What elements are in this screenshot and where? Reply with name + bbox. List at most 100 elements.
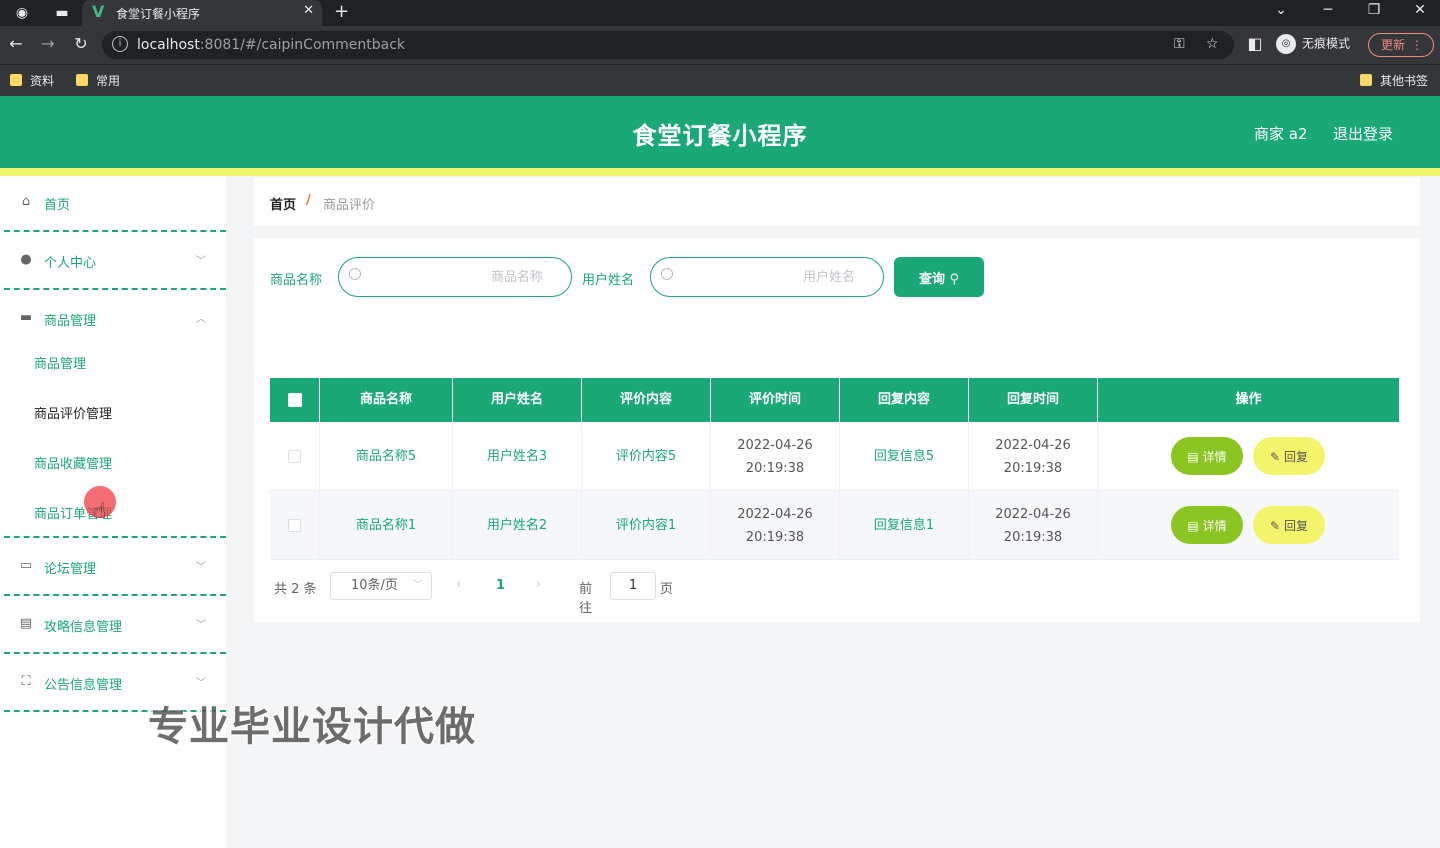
pagination-total: 共 2 条 bbox=[274, 582, 317, 597]
user-name-field[interactable] bbox=[650, 257, 884, 297]
browser-toolbar: ← → ↻ i localhost:8081/#/caipinCommentba… bbox=[0, 26, 1440, 64]
content-panel: 商品名称 用户姓名 查询 ⚲ 商品名称 用户姓名 评价内容 评价时间 回复内容 … bbox=[254, 238, 1420, 622]
row-select-cell bbox=[270, 422, 320, 491]
app-header: 食堂订餐小程序 商家 a2 退出登录 bbox=[0, 96, 1440, 168]
key-icon[interactable]: ⚿ bbox=[1174, 36, 1185, 52]
cell-user-name: 用户姓名3 bbox=[453, 422, 582, 491]
breadcrumb-current: 商品评价 bbox=[323, 198, 376, 213]
chevron-down-icon: ﹀ bbox=[196, 256, 206, 267]
page-size-select[interactable]: 10条/页 ﹀ bbox=[330, 572, 432, 600]
tab-close-icon[interactable]: ✕ bbox=[303, 3, 314, 18]
home-icon: ⌂ bbox=[21, 194, 31, 209]
cell-product-name: 商品名称5 bbox=[320, 422, 453, 491]
reply-button[interactable]: ✎ 回复 bbox=[1253, 506, 1325, 544]
column-header: 用户姓名 bbox=[453, 378, 582, 422]
vue-logo-icon: V bbox=[92, 2, 105, 21]
search-icon bbox=[349, 268, 361, 280]
sidebar-item-forum-management[interactable]: ▭ 论坛管理 ﹀ bbox=[4, 540, 226, 596]
breadcrumb: 首页 / 商品评价 bbox=[254, 178, 1420, 226]
column-header: 回复内容 bbox=[840, 378, 969, 422]
sidebar-item-label: 论坛管理 bbox=[44, 562, 97, 577]
incognito-icon: ◎ bbox=[1276, 34, 1296, 54]
row-checkbox[interactable] bbox=[288, 450, 301, 463]
chevron-down-icon: ﹀ bbox=[196, 678, 206, 689]
new-tab-icon[interactable]: + bbox=[334, 1, 349, 22]
forward-icon[interactable]: → bbox=[37, 34, 59, 53]
back-icon[interactable]: ← bbox=[5, 34, 27, 53]
tab-title: 食堂订餐小程序 bbox=[116, 7, 201, 21]
breadcrumb-separator: / bbox=[306, 193, 311, 208]
close-window-icon[interactable]: ✕ bbox=[1405, 2, 1435, 18]
bookmark-star-icon[interactable]: ☆ bbox=[1206, 36, 1219, 52]
page-number-current[interactable]: 1 bbox=[496, 578, 505, 593]
prev-page-icon[interactable]: ‹ bbox=[456, 577, 461, 592]
product-name-label: 商品名称 bbox=[270, 273, 323, 288]
next-page-icon[interactable]: › bbox=[536, 577, 541, 592]
bookmark-folder[interactable]: 常用 bbox=[76, 72, 120, 89]
tab-list-icon[interactable]: ⌄ bbox=[1266, 2, 1296, 18]
submenu-product-favorites-management[interactable]: 商品收藏管理 bbox=[34, 453, 112, 472]
sidebar-item-label: 公告信息管理 bbox=[44, 678, 123, 693]
hand-cursor-icon: ☝ bbox=[93, 499, 107, 524]
site-info-icon[interactable]: i bbox=[112, 36, 128, 52]
select-all-cell bbox=[270, 378, 320, 422]
reply-button[interactable]: ✎ 回复 bbox=[1253, 437, 1325, 475]
browser-tab-active[interactable]: V 食堂订餐小程序 ✕ bbox=[82, 0, 322, 26]
other-bookmarks[interactable]: 其他书签 bbox=[1360, 72, 1428, 89]
cell-product-name: 商品名称1 bbox=[320, 491, 453, 560]
tab-search-icon[interactable]: ▬ bbox=[52, 3, 72, 23]
url-text[interactable]: localhost:8081/#/caipinCommentback bbox=[137, 37, 405, 53]
reload-icon[interactable]: ↻ bbox=[70, 34, 92, 53]
query-button[interactable]: 查询 ⚲ bbox=[894, 257, 984, 297]
bookmark-folder[interactable]: 资料 bbox=[10, 72, 54, 89]
column-header: 操作 bbox=[1235, 392, 1262, 407]
search-icon bbox=[661, 268, 673, 280]
submenu-product-management[interactable]: 商品管理 bbox=[34, 353, 86, 372]
detail-button[interactable]: ▤ 详情 bbox=[1171, 506, 1243, 544]
incognito-profile[interactable]: ◎ 无痕模式 bbox=[1276, 34, 1350, 54]
edit-icon: ✎ bbox=[1270, 518, 1281, 533]
breadcrumb-home[interactable]: 首页 bbox=[270, 194, 296, 213]
chevron-down-icon: ﹀ bbox=[196, 562, 206, 573]
goto-page-input[interactable]: 1 bbox=[610, 572, 656, 600]
logout-link[interactable]: 退出登录 bbox=[1333, 123, 1393, 144]
sidebar-item-guide-management[interactable]: ▤ 攻略信息管理 ﹀ bbox=[4, 598, 226, 654]
table-header: 商品名称 用户姓名 评价内容 评价时间 回复内容 回复时间 操作 bbox=[270, 378, 1399, 422]
page-unit-label: 页 bbox=[660, 582, 674, 597]
header-accent-strip bbox=[0, 168, 1440, 176]
cell-review-content: 评价内容1 bbox=[582, 491, 711, 560]
user-name-label: 用户姓名 bbox=[582, 273, 635, 288]
frame-icon: ⛶ bbox=[21, 674, 31, 689]
address-bar[interactable]: i localhost:8081/#/caipinCommentback ⚿ ☆ bbox=[102, 31, 1234, 59]
sidebar-item-personal-center[interactable]: ● 个人中心 ﹀ bbox=[4, 234, 226, 290]
row-checkbox[interactable] bbox=[288, 519, 301, 532]
restore-icon[interactable]: ❐ bbox=[1359, 2, 1389, 18]
product-name-input[interactable] bbox=[369, 267, 543, 287]
side-panel-icon[interactable]: ◧ bbox=[1244, 34, 1266, 53]
sidebar-item-label: 个人中心 bbox=[44, 256, 97, 271]
product-name-field[interactable] bbox=[338, 257, 572, 297]
user-name-input[interactable] bbox=[681, 267, 855, 287]
update-button[interactable]: 更新 ⋮ bbox=[1368, 33, 1434, 57]
chevron-down-icon: ﹀ bbox=[413, 580, 423, 591]
column-header: 评价内容 bbox=[582, 378, 711, 422]
minimize-icon[interactable]: ─ bbox=[1313, 2, 1343, 18]
column-header: 回复时间 bbox=[969, 378, 1098, 422]
cell-reply-time: 2022-04-26 20:19:38 bbox=[969, 491, 1098, 560]
detail-button[interactable]: ▤ 详情 bbox=[1171, 437, 1243, 475]
browser-menu-icon[interactable]: ◉ bbox=[12, 3, 32, 23]
user-icon: ● bbox=[20, 252, 32, 267]
cell-review-time: 2022-04-26 20:19:38 bbox=[711, 491, 840, 560]
table-row: 商品名称1 用户姓名2 评价内容1 2022-04-26 20:19:38 回复… bbox=[270, 491, 1399, 560]
submenu-product-review-management[interactable]: 商品评价管理 bbox=[34, 403, 112, 422]
current-user: 商家 a2 bbox=[1254, 125, 1308, 143]
more-vert-icon: ⋮ bbox=[1411, 38, 1423, 52]
cell-reply-time: 2022-04-26 20:19:38 bbox=[969, 422, 1098, 491]
sidebar-item-home[interactable]: ⌂ 首页 bbox=[4, 176, 226, 232]
sidebar-item-label: 攻略信息管理 bbox=[44, 620, 123, 635]
cell-reply-content: 回复信息5 bbox=[840, 422, 969, 491]
browser-tabbar: ◉ ▬ V 食堂订餐小程序 ✕ + ⌄ ─ ❐ ✕ bbox=[0, 0, 1440, 26]
select-all-checkbox[interactable] bbox=[288, 393, 302, 407]
forum-icon: ▭ bbox=[19, 558, 33, 573]
chevron-down-icon: ﹀ bbox=[196, 620, 206, 631]
